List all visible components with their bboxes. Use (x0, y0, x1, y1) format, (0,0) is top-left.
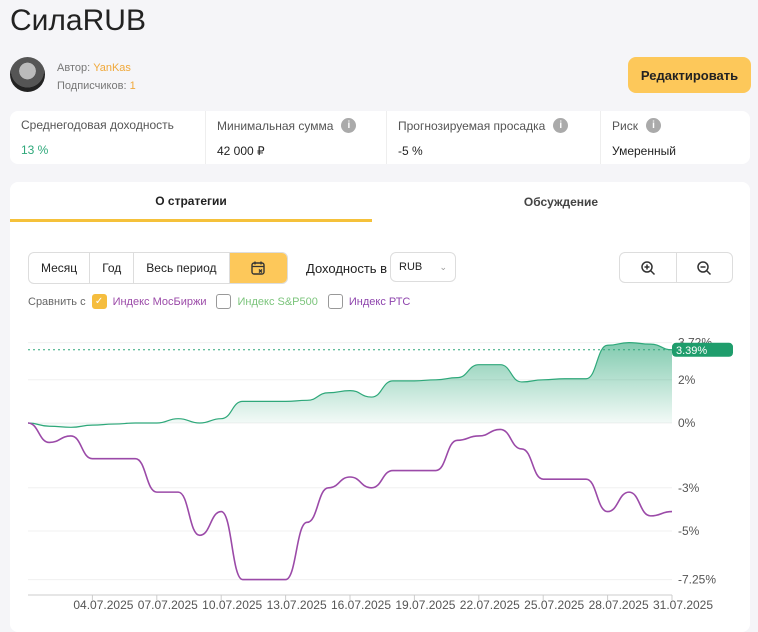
y-tick-label: -7.25% (678, 573, 716, 587)
x-tick-label: 31.07.2025 (653, 598, 713, 612)
x-tick-label: 22.07.2025 (460, 598, 520, 612)
performance-chart: 3.72%2%0%-3%-5%-7.25%3.39%04.07.2025 07.0… (27, 336, 733, 612)
strategy-area (28, 342, 672, 428)
x-tick-label: 16.07.2025 (331, 598, 391, 612)
moex-index-line (27, 422, 673, 581)
current-value-label: 3.39% (676, 345, 707, 357)
x-tick-label: 28.07.2025 (589, 598, 649, 612)
x-tick-label: 04.07.2025 (73, 598, 133, 612)
x-tick-label: 25.07.2025 (524, 598, 584, 612)
y-tick-label: -5% (678, 524, 700, 538)
x-tick-label: 10.07.2025 (202, 598, 262, 612)
y-tick-label: 0% (678, 416, 696, 430)
y-tick-label: 2% (678, 373, 696, 387)
x-tick-label: 07.07.2025 (138, 598, 198, 612)
y-tick-label: -3% (678, 481, 700, 495)
x-tick-label: 13.07.2025 (267, 598, 327, 612)
x-tick-label: 19.07.2025 (395, 598, 455, 612)
